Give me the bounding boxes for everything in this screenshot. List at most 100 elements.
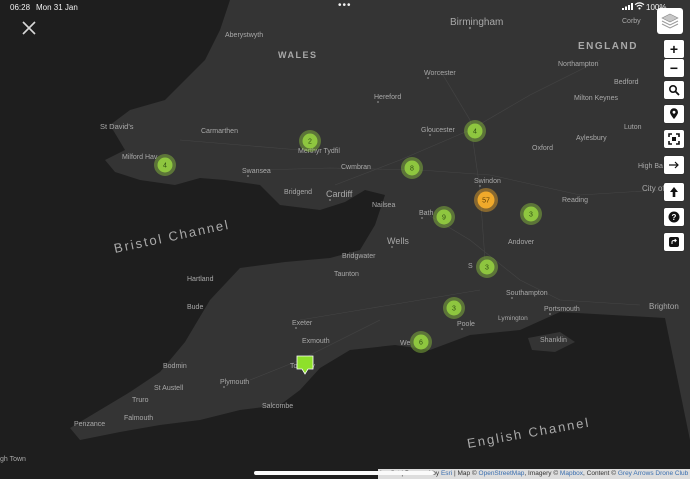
status-date: Mon 31 Jan (36, 3, 78, 12)
cluster-marker[interactable]: 2 (299, 130, 321, 152)
arrow-right-icon (669, 161, 679, 169)
fullscreen-button[interactable] (664, 130, 684, 148)
arrow-up-icon (670, 187, 678, 197)
city-label-high-wycombe: High Ba (638, 163, 663, 170)
city-label-corby: Corby (622, 18, 641, 25)
cluster-marker[interactable]: 9 (433, 206, 455, 228)
locate-button[interactable] (664, 105, 684, 123)
attribution-mapbox-link[interactable]: Mapbox (560, 470, 583, 477)
location-pin-icon (670, 108, 678, 119)
cluster-count: 3 (452, 306, 456, 313)
cluster-count: 3 (485, 265, 489, 272)
cluster-count: 9 (442, 215, 446, 222)
cluster-count: 4 (473, 129, 477, 136)
city-label-exmouth: Exmouth (302, 338, 330, 345)
zoom-in-button[interactable]: + (664, 40, 684, 58)
search-icon (668, 84, 680, 96)
city-label-brighton: Brighton (649, 302, 679, 311)
map[interactable]: Bristol Channel English Channel WALES EN… (0, 0, 690, 479)
cluster-marker[interactable]: 6 (410, 331, 432, 353)
cluster-marker[interactable]: 57 (474, 188, 498, 212)
attribution-osm-link[interactable]: OpenStreetMap (479, 470, 525, 477)
attribution-club-link[interactable]: Grey Arrows Drone Club (618, 470, 688, 477)
cluster-count: 4 (163, 163, 167, 170)
city-label-hereford: Hereford (374, 94, 401, 101)
city-label-aberystwyth: Aberystwyth (225, 32, 263, 39)
city-label-st-davids: St David's (100, 122, 134, 131)
layers-button[interactable] (657, 8, 683, 34)
cluster-count: 57 (482, 198, 490, 205)
zoom-in-label: + (669, 41, 679, 57)
city-label-bude: Bude (187, 304, 203, 311)
cellular-signal-icon (622, 3, 633, 10)
close-button[interactable] (12, 14, 46, 42)
cluster-marker[interactable]: 3 (520, 203, 542, 225)
attribution-map-label: | Map © (453, 470, 477, 477)
search-button[interactable] (664, 81, 684, 99)
cluster-count: 8 (410, 166, 414, 173)
city-label-aylesbury: Aylesbury (576, 135, 607, 142)
zoom-out-button[interactable]: − (664, 59, 684, 77)
city-label-northampton: Northampton (558, 61, 599, 68)
home-indicator[interactable] (254, 471, 434, 475)
city-label-swindon: Swindon (474, 178, 501, 185)
north-up-button[interactable] (664, 183, 684, 201)
city-label-bedford: Bedford (614, 79, 639, 86)
city-label-swansea: Swansea (242, 168, 271, 175)
help-button[interactable]: ? (664, 208, 684, 226)
cluster-count: 6 (419, 340, 423, 347)
city-label-portsmouth: Portsmouth (544, 306, 580, 313)
help-icon: ? (668, 211, 680, 223)
cluster-marker[interactable]: 4 (154, 154, 176, 176)
city-label-st-austell: St Austell (154, 385, 184, 392)
multitasking-dots-icon[interactable]: ••• (338, 0, 352, 11)
city-label-bath: Bath (419, 210, 434, 217)
fullscreen-icon (668, 133, 680, 145)
city-label-lymington: Lymington (498, 315, 528, 322)
pan-right-button[interactable] (664, 156, 684, 174)
status-bar: 06:28 Mon 31 Jan ••• 100% (0, 0, 690, 14)
share-button[interactable] (664, 233, 684, 251)
city-label-carmarthen: Carmarthen (201, 128, 238, 135)
city-label-falmouth: Falmouth (124, 415, 153, 422)
city-label-cardiff: Cardiff (326, 189, 353, 199)
share-icon (669, 237, 679, 247)
city-label-cwmbran: Cwmbran (341, 164, 371, 171)
city-label-salisbury: S (468, 263, 473, 270)
city-label-weymouth: We (400, 340, 410, 347)
city-label-poole: Poole (457, 321, 475, 328)
city-label-luton: Luton (624, 124, 642, 131)
cluster-count: 3 (529, 212, 533, 219)
country-label-wales: WALES (278, 50, 318, 60)
city-label-nailsea: Nailsea (372, 202, 395, 209)
city-label-penzance: Penzance (74, 421, 105, 428)
city-label-birmingham: Birmingham (450, 17, 503, 28)
city-label-oxford: Oxford (532, 145, 553, 152)
cluster-marker[interactable]: 3 (476, 256, 498, 278)
city-label-worcester: Worcester (424, 70, 456, 77)
city-label-truro: Truro (132, 397, 149, 404)
cluster-marker[interactable]: 3 (443, 297, 465, 319)
close-icon (22, 21, 36, 35)
cluster-marker[interactable]: 4 (464, 120, 486, 142)
city-label-bridgwater: Bridgwater (342, 253, 376, 260)
city-label-southampton: Southampton (506, 290, 548, 297)
wifi-icon (634, 2, 645, 10)
city-label-milton-keynes: Milton Keynes (574, 95, 618, 102)
city-label-andover: Andover (508, 239, 535, 246)
city-label-bodmin: Bodmin (163, 363, 187, 370)
city-label-hartland: Hartland (187, 276, 214, 283)
city-label-bridgend: Bridgend (284, 189, 312, 196)
city-label-wells: Wells (387, 236, 409, 246)
cluster-marker[interactable]: 8 (401, 157, 423, 179)
zoom-out-label: − (669, 60, 679, 76)
country-label-england: ENGLAND (578, 41, 638, 52)
city-label-milford-haven: Milford Hav (122, 154, 158, 161)
city-label-reading: Reading (562, 197, 588, 204)
attribution-imagery-label: , Imagery © (524, 470, 559, 477)
status-time: 06:28 (10, 3, 31, 12)
attribution-esri-link[interactable]: Esri (441, 470, 452, 477)
city-label-taunton: Taunton (334, 271, 359, 278)
attribution-content-label: , Content © (583, 470, 617, 477)
city-label-salcombe: Salcombe (262, 403, 293, 410)
